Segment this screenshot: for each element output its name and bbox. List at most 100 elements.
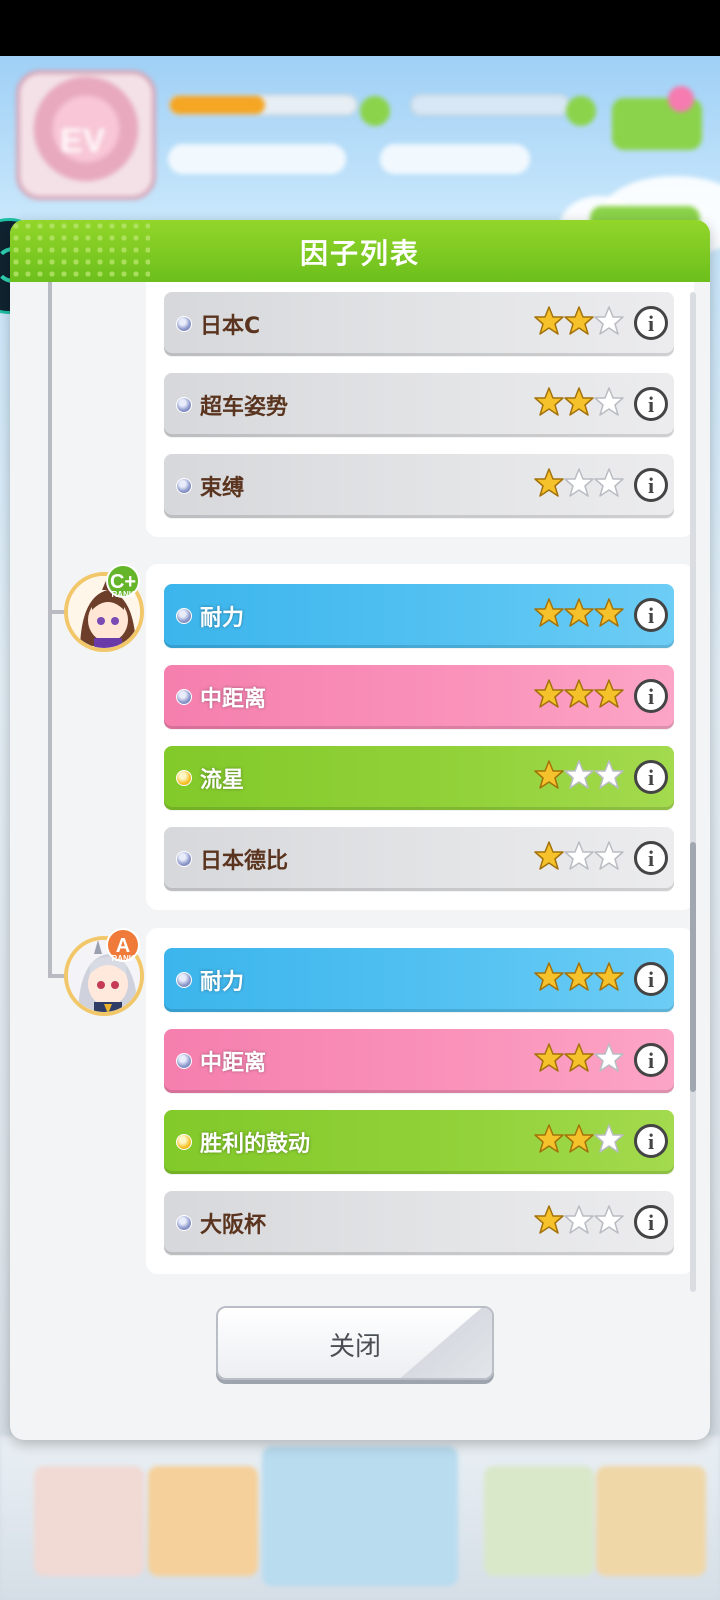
star-filled-icon [564,306,594,336]
factor-name: 流星 [200,768,245,793]
factor-row[interactable]: 中距离 i [164,665,674,729]
star-rating [534,962,626,994]
info-icon[interactable]: i [634,387,668,421]
bullet-dot-icon [176,316,192,332]
rank-badge-cplus: C+ RANK [106,564,140,599]
rank-sub-label: RANK [111,954,135,963]
factor-row[interactable]: 耐力 i [164,584,674,648]
star-filled-icon [564,387,594,417]
factor-name: 耐力 [200,606,245,631]
star-empty-icon [564,760,594,790]
status-bar [0,0,720,56]
factor-row[interactable]: 耐力 i [164,948,674,1012]
star-empty-icon [564,841,594,871]
factor-row[interactable]: 日本德比 i [164,827,674,891]
star-filled-icon [534,598,564,628]
star-filled-icon [534,679,564,709]
bullet-dot-icon [176,851,192,867]
bottom-nav-bar [0,1436,720,1600]
event-trophy-icon: EV [16,70,156,200]
scrollbar-track[interactable] [690,292,696,1292]
star-filled-icon [534,1043,564,1073]
factor-group: 耐力 i 中距离 i 流星 i 日本德比 i [146,564,694,910]
close-button-label: 关闭 [328,1332,381,1362]
factor-name: 日本德比 [200,849,289,874]
bullet-dot-icon [176,689,192,705]
factor-name: 超车姿势 [200,395,289,420]
star-rating [534,306,626,338]
star-empty-icon [594,1205,624,1235]
star-rating [534,1124,626,1156]
info-icon[interactable]: i [634,760,668,794]
factor-row[interactable]: 流星 i [164,746,674,810]
star-rating [534,598,626,630]
star-empty-icon [594,468,624,498]
close-button[interactable]: 关闭 [216,1306,494,1380]
info-icon[interactable]: i [634,306,668,340]
star-filled-icon [594,962,624,992]
star-rating [534,387,626,419]
factor-list-scroll-area[interactable]: 日本C i 超车姿势 i 束缚 i 耐力 i 中距离 i 流星 i 日本德比 i 耐力 i 中距离 i 胜利的鼓动 i… [16,282,704,1302]
info-icon[interactable]: i [634,1043,668,1077]
star-rating [534,1043,626,1075]
bullet-dot-icon [176,478,192,494]
factor-name: 胜利的鼓动 [200,1132,311,1157]
star-filled-icon [594,679,624,709]
info-icon[interactable]: i [634,841,668,875]
dialog-title: 因子列表 [299,237,420,270]
star-empty-icon [564,1205,594,1235]
scrollbar-thumb[interactable] [690,842,696,1092]
dialog-header: 因子列表 [10,220,710,282]
info-icon[interactable]: i [634,468,668,502]
star-empty-icon [594,387,624,417]
star-filled-icon [534,760,564,790]
factor-name: 大阪杯 [200,1213,267,1238]
factor-name: 束缚 [200,476,245,501]
bullet-dot-icon [176,397,192,413]
factor-row[interactable]: 胜利的鼓动 i [164,1110,674,1174]
bullet-dot-icon [176,1215,192,1231]
star-filled-icon [534,841,564,871]
star-empty-icon [594,1124,624,1154]
star-filled-icon [564,1124,594,1154]
star-empty-icon [594,306,624,336]
info-icon[interactable]: i [634,1124,668,1158]
info-icon[interactable]: i [634,598,668,632]
star-filled-icon [534,962,564,992]
bullet-dot-icon [176,1134,192,1150]
rank-badge-a: A RANK [106,928,140,963]
star-filled-icon [564,598,594,628]
star-filled-icon [534,387,564,417]
star-filled-icon [534,1124,564,1154]
star-empty-icon [594,841,624,871]
bullet-dot-icon [176,972,192,988]
star-rating [534,841,626,873]
factor-row[interactable]: 大阪杯 i [164,1191,674,1255]
factor-row[interactable]: 超车姿势 i [164,373,674,437]
star-empty-icon [594,760,624,790]
star-rating [534,1205,626,1237]
star-filled-icon [534,306,564,336]
info-icon[interactable]: i [634,679,668,713]
bullet-dot-icon [176,608,192,624]
factor-name: 中距离 [200,687,267,712]
factor-row[interactable]: 束缚 i [164,454,674,518]
bullet-dot-icon [176,770,192,786]
factor-name: 日本C [200,314,261,339]
star-filled-icon [564,962,594,992]
star-filled-icon [564,679,594,709]
factor-group: 日本C i 超车姿势 i 束缚 i [146,282,694,537]
star-rating [534,760,626,792]
factor-row[interactable]: 中距离 i [164,1029,674,1093]
factor-name: 耐力 [200,970,245,995]
factor-group: 耐力 i 中距离 i 胜利的鼓动 i 大阪杯 i [146,928,694,1274]
star-filled-icon [534,468,564,498]
info-icon[interactable]: i [634,962,668,996]
star-empty-icon [594,1043,624,1073]
factor-name: 中距离 [200,1051,267,1076]
factor-row[interactable]: 日本C i [164,292,674,356]
star-empty-icon [564,468,594,498]
info-icon[interactable]: i [634,1205,668,1239]
tree-line [48,282,52,976]
star-rating [534,679,626,711]
